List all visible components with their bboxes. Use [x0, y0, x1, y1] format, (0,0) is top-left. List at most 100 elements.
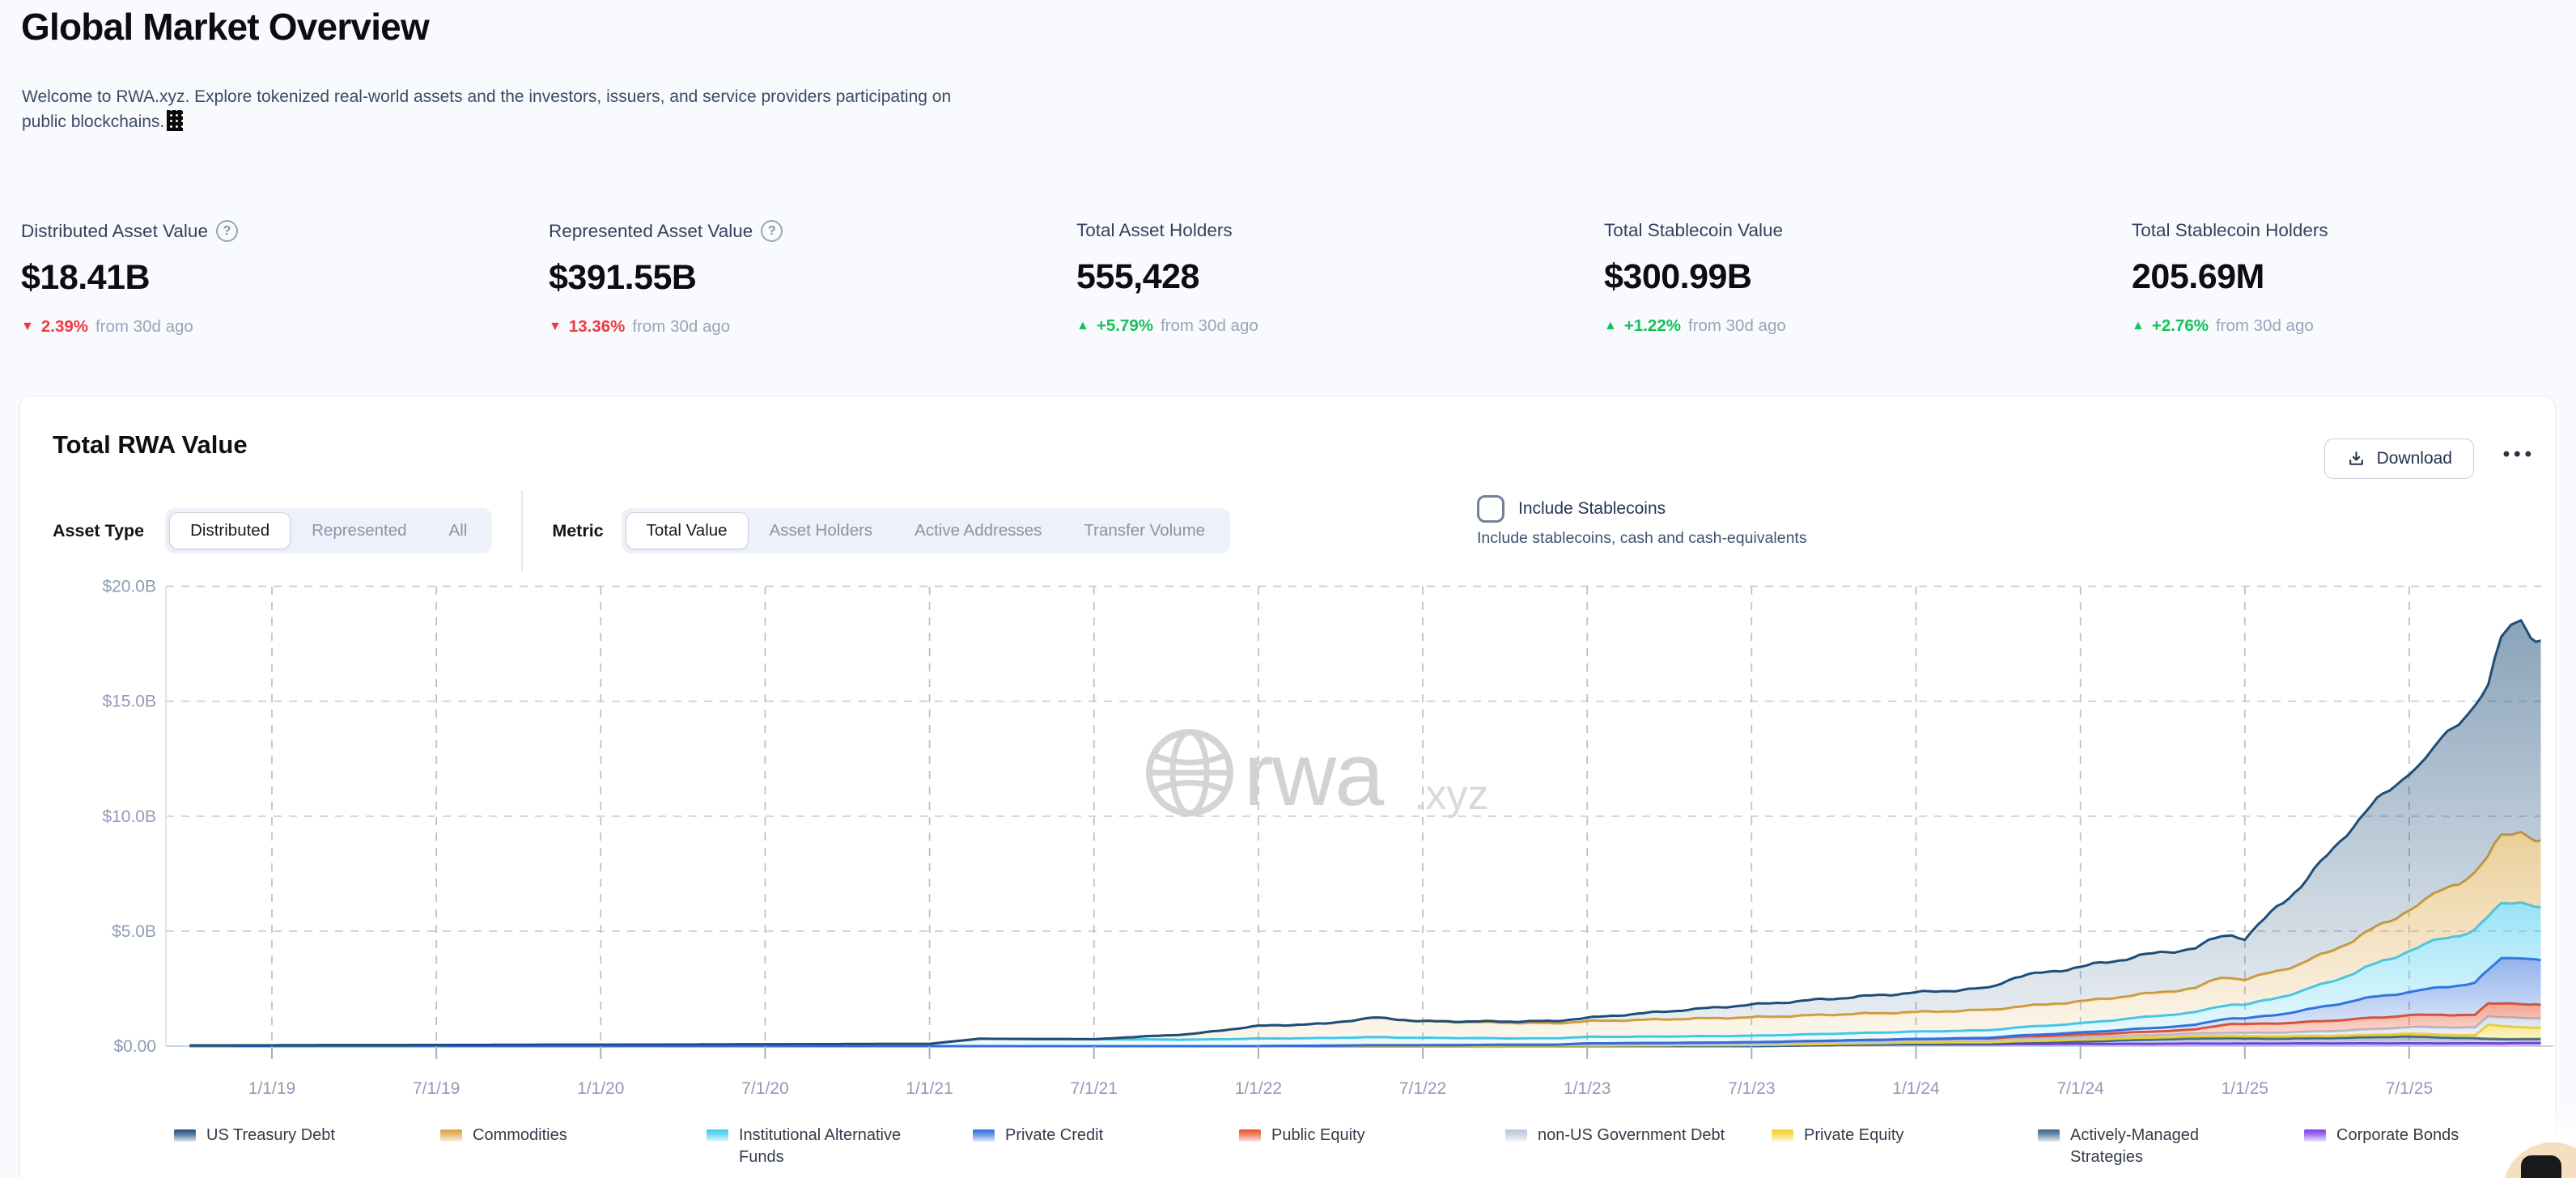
include-stablecoins-label: Include Stablecoins	[1518, 499, 1666, 519]
delta-percent: 13.36%	[569, 317, 626, 337]
metric-option-total-value[interactable]: Total Value	[626, 512, 749, 549]
svg-text:7/1/25: 7/1/25	[2386, 1079, 2433, 1098]
stat-label-text: Total Asset Holders	[1076, 220, 1233, 241]
svg-text:1/1/25: 1/1/25	[2222, 1079, 2268, 1098]
svg-text:$10.0B: $10.0B	[102, 807, 156, 826]
stat-label: Total Asset Holders	[1076, 220, 1604, 241]
legend-swatch-icon	[2304, 1129, 2326, 1142]
metric-segmented-control: Total Value Asset Holders Active Address…	[622, 508, 1230, 553]
legend-swatch-icon	[2038, 1129, 2060, 1142]
stat-card-total-stablecoin-value: Total Stablecoin Value $300.99B ▲ +1.22%…	[1604, 220, 2132, 337]
stat-label-text: Represented Asset Value	[549, 221, 753, 242]
legend-label: US Treasury Debt	[206, 1125, 335, 1146]
stat-delta: ▼ 13.36% from 30d ago	[549, 317, 1076, 337]
delta-suffix: from 30d ago	[1161, 316, 1258, 336]
stat-value: 205.69M	[2132, 257, 2576, 297]
legend-label: non-US Government Debt	[1538, 1125, 1725, 1146]
asset-type-option-represented[interactable]: Represented	[291, 512, 427, 549]
svg-text:1/1/21: 1/1/21	[906, 1079, 953, 1098]
chart-legend: US Treasury Debt Commodities Institutional…	[174, 1125, 2576, 1168]
legend-label: Corporate Bonds	[2336, 1125, 2459, 1146]
triangle-down-icon: ▼	[21, 320, 34, 334]
metric-option-asset-holders[interactable]: Asset Holders	[749, 512, 894, 549]
triangle-up-icon: ▲	[1076, 319, 1089, 333]
metric-option-active-addresses[interactable]: Active Addresses	[893, 512, 1063, 549]
svg-text:7/1/23: 7/1/23	[1728, 1079, 1775, 1098]
svg-text:1/1/19: 1/1/19	[248, 1079, 295, 1098]
legend-item-us-treasury-debt[interactable]: US Treasury Debt	[174, 1125, 440, 1146]
missing-glyph-icon	[167, 110, 183, 131]
stat-value: $391.55B	[549, 258, 1076, 298]
delta-percent: +2.76%	[2152, 316, 2209, 336]
stat-delta: ▲ +5.79% from 30d ago	[1076, 316, 1604, 336]
help-icon[interactable]: ?	[761, 220, 783, 242]
asset-type-option-all[interactable]: All	[428, 512, 489, 549]
legend-swatch-icon	[174, 1129, 196, 1142]
chart-controls: Asset Type Distributed Represented All M…	[53, 490, 1230, 571]
svg-text:1/1/22: 1/1/22	[1235, 1079, 1282, 1098]
help-icon[interactable]: ?	[216, 220, 238, 242]
more-options-icon[interactable]: •••	[2503, 443, 2536, 466]
stat-delta: ▲ +2.76% from 30d ago	[2132, 316, 2576, 336]
delta-suffix: from 30d ago	[2216, 316, 2314, 336]
svg-text:1/1/20: 1/1/20	[577, 1079, 624, 1098]
legend-item-actively-managed-strategies[interactable]: Actively-Managed Strategies	[2038, 1125, 2304, 1168]
legend-swatch-icon	[440, 1129, 462, 1142]
svg-text:7/1/21: 7/1/21	[1071, 1079, 1118, 1098]
stat-card-distributed-asset-value: Distributed Asset Value ? $18.41B ▼ 2.39…	[21, 220, 549, 337]
svg-text:$0.00: $0.00	[113, 1037, 156, 1056]
download-icon	[2346, 449, 2366, 469]
stat-delta: ▼ 2.39% from 30d ago	[21, 317, 549, 337]
delta-suffix: from 30d ago	[95, 317, 193, 337]
svg-text:7/1/24: 7/1/24	[2056, 1079, 2104, 1098]
triangle-up-icon: ▲	[2132, 319, 2145, 333]
asset-type-segmented-control: Distributed Represented All	[165, 508, 492, 553]
panel-title: Total RWA Value	[53, 430, 248, 460]
delta-suffix: from 30d ago	[1688, 316, 1786, 336]
svg-text:$15.0B: $15.0B	[102, 693, 156, 711]
stat-card-total-asset-holders: Total Asset Holders 555,428 ▲ +5.79% fro…	[1076, 220, 1604, 337]
delta-suffix: from 30d ago	[632, 317, 730, 337]
stat-label-text: Total Stablecoin Value	[1604, 220, 1783, 241]
legend-item-non-us-government-debt[interactable]: non-US Government Debt	[1505, 1125, 1772, 1146]
stat-label-text: Total Stablecoin Holders	[2132, 220, 2328, 241]
page-subtitle: Welcome to RWA.xyz. Explore tokenized re…	[22, 84, 1301, 134]
legend-label: Actively-Managed Strategies	[2070, 1125, 2273, 1168]
metric-option-transfer-volume[interactable]: Transfer Volume	[1063, 512, 1226, 549]
legend-item-private-equity[interactable]: Private Equity	[1772, 1125, 2038, 1146]
include-stablecoins-description: Include stablecoins, cash and cash-equiv…	[1477, 529, 1807, 548]
legend-swatch-icon	[1772, 1129, 1793, 1142]
legend-swatch-icon	[973, 1129, 995, 1142]
svg-text:.xyz: .xyz	[1414, 772, 1488, 819]
legend-label: Private Equity	[1804, 1125, 1903, 1146]
legend-item-private-credit[interactable]: Private Credit	[973, 1125, 1239, 1146]
stat-value: 555,428	[1076, 257, 1604, 297]
rwa-xyz-watermark: rwa.xyz	[1149, 725, 1488, 824]
svg-text:$5.0B: $5.0B	[112, 922, 156, 941]
total-rwa-value-chart[interactable]: rwa.xyz$0.00$5.0B$10.0B$15.0B$20.0B1/1/1…	[0, 566, 2576, 1123]
subtitle-line2: public blockchains.	[22, 112, 164, 131]
chat-widget-button[interactable]	[2456, 1100, 2576, 1178]
delta-percent: 2.39%	[41, 317, 88, 337]
include-stablecoins-control: Include Stablecoins Include stablecoins,…	[1477, 495, 1807, 548]
include-stablecoins-checkbox[interactable]	[1477, 495, 1504, 523]
legend-swatch-icon	[1239, 1129, 1261, 1142]
chat-widget-logo-icon	[2521, 1155, 2561, 1178]
legend-item-institutional-alternative-funds[interactable]: Institutional Alternative Funds	[707, 1125, 973, 1168]
stat-label: Total Stablecoin Value	[1604, 220, 2132, 241]
legend-swatch-icon	[1505, 1129, 1527, 1142]
legend-item-public-equity[interactable]: Public Equity	[1239, 1125, 1505, 1146]
stat-value: $300.99B	[1604, 257, 2132, 297]
triangle-up-icon: ▲	[1604, 319, 1617, 333]
download-button[interactable]: Download	[2324, 439, 2474, 479]
legend-item-commodities[interactable]: Commodities	[440, 1125, 707, 1146]
legend-label: Public Equity	[1271, 1125, 1365, 1146]
asset-type-option-distributed[interactable]: Distributed	[169, 512, 291, 549]
svg-text:1/1/23: 1/1/23	[1564, 1079, 1611, 1098]
stat-label: Distributed Asset Value ?	[21, 220, 549, 242]
svg-text:7/1/19: 7/1/19	[413, 1079, 460, 1098]
legend-label: Commodities	[473, 1125, 567, 1146]
legend-label: Institutional Alternative Funds	[739, 1125, 941, 1168]
delta-percent: +1.22%	[1624, 316, 1681, 336]
page-title: Global Market Overview	[21, 5, 429, 49]
